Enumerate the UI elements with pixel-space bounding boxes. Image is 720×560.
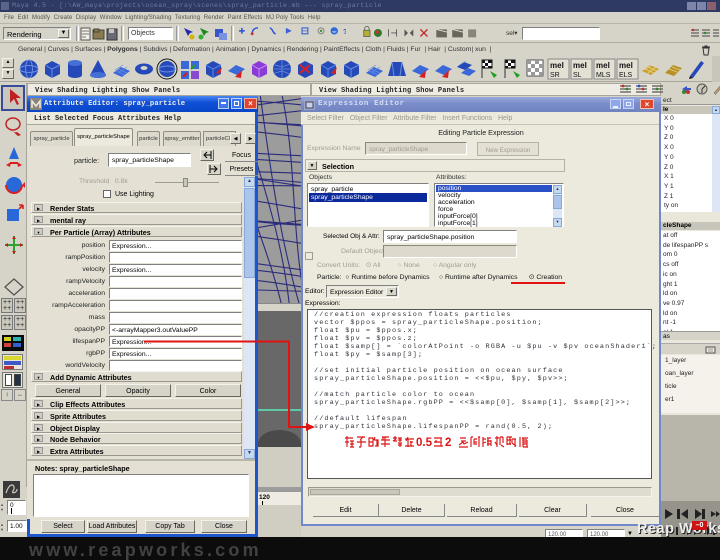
svg-text:SL: SL <box>573 72 582 79</box>
svg-text:mel: mel <box>573 61 587 70</box>
svg-text:mel: mel <box>619 61 633 70</box>
svg-text:ELS: ELS <box>619 72 633 79</box>
svg-text:mel: mel <box>550 61 564 70</box>
svg-text:?: ? <box>343 27 346 36</box>
svg-text:SR: SR <box>550 72 560 79</box>
svg-text:0.5: 0.5 <box>416 437 433 449</box>
svg-text:2: 2 <box>445 437 451 449</box>
svg-text:MLS: MLS <box>596 72 611 79</box>
svg-text:mel: mel <box>596 61 610 70</box>
